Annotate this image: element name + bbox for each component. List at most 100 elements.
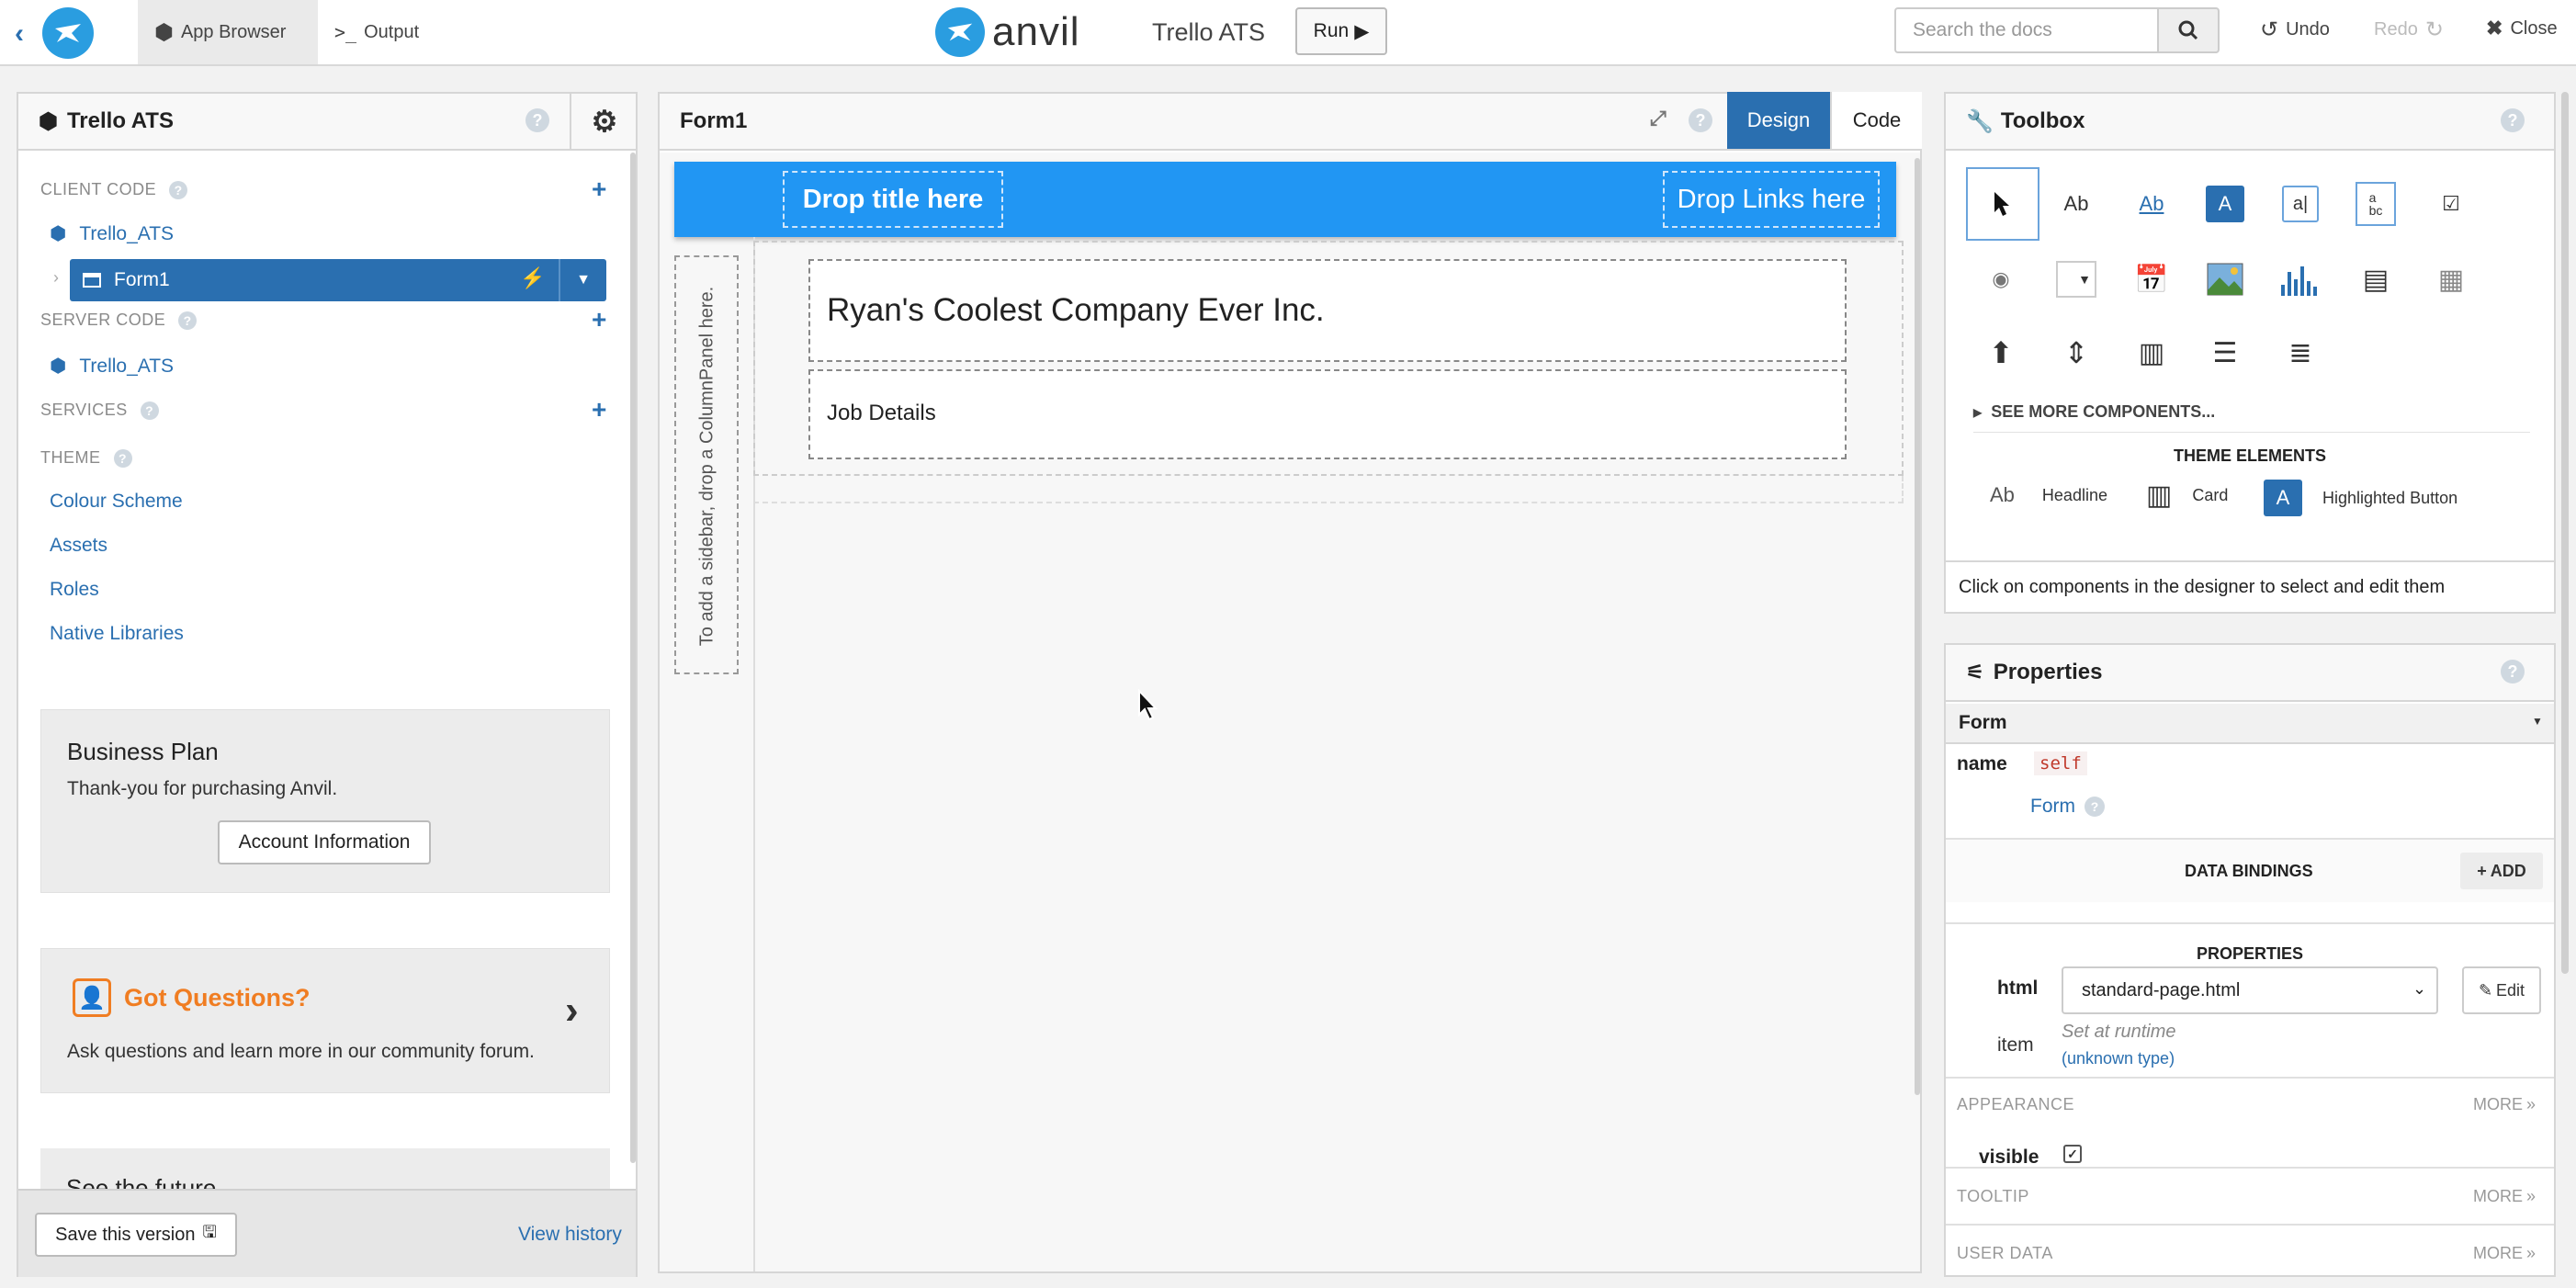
tooltip-more[interactable]: MORE » bbox=[2473, 1187, 2536, 1206]
textbox-tool[interactable]: a| bbox=[2275, 178, 2326, 230]
close-button[interactable]: ✖ Close bbox=[2486, 17, 2558, 40]
add-label: ADD bbox=[2490, 861, 2526, 880]
expand-icon[interactable]: ⤢ bbox=[1650, 107, 1666, 130]
got-questions-card[interactable]: 👤 Got Questions? Ask questions and learn… bbox=[40, 948, 610, 1093]
theme-native-libraries[interactable]: Native Libraries bbox=[50, 623, 184, 645]
help-icon[interactable]: ? bbox=[113, 448, 132, 468]
designer-scrollbar[interactable] bbox=[1915, 158, 1920, 1095]
help-icon[interactable]: ? bbox=[2085, 797, 2105, 817]
settings-button[interactable]: ⚙ bbox=[570, 94, 638, 149]
client-module-item[interactable]: ⬢ Trello_ATS bbox=[50, 222, 174, 245]
add-service-button[interactable]: + bbox=[592, 397, 606, 423]
html-label: html bbox=[1997, 977, 2039, 999]
caret-right-icon: ▶ bbox=[1973, 405, 1983, 419]
app-browser-label: App Browser bbox=[180, 21, 287, 42]
help-icon[interactable]: ? bbox=[169, 180, 188, 199]
theme-colour-scheme[interactable]: Colour Scheme bbox=[50, 491, 183, 513]
account-info-button[interactable]: Account Information bbox=[218, 820, 431, 864]
company-heading-box[interactable]: Ryan's Coolest Company Ever Inc. bbox=[808, 259, 1847, 362]
help-icon[interactable]: ? bbox=[178, 311, 198, 330]
appearance-section[interactable]: APPEARANCE MORE » bbox=[1946, 1077, 2554, 1132]
right-scrollbar[interactable] bbox=[2561, 92, 2569, 974]
textbox-icon: a| bbox=[2282, 186, 2319, 222]
save-version-button[interactable]: Save this version 🖫 bbox=[35, 1213, 237, 1257]
button-tool[interactable]: A bbox=[2199, 178, 2251, 230]
user-data-more[interactable]: MORE » bbox=[2473, 1244, 2536, 1263]
tooltip-section[interactable]: TOOLTIP MORE » bbox=[1946, 1167, 2554, 1222]
theme-roles[interactable]: Roles bbox=[50, 579, 99, 601]
data-bindings-label: DATA BINDINGS bbox=[2185, 862, 2313, 880]
form1-expand-icon[interactable]: › bbox=[53, 268, 59, 288]
sliders-icon: ⚟ bbox=[1966, 661, 1984, 684]
form-menu-dropdown[interactable]: ▼ bbox=[559, 259, 606, 301]
pointer-tool[interactable] bbox=[1966, 167, 2039, 241]
upload-tool[interactable]: ⬆ bbox=[1975, 327, 2027, 378]
questions-title: Got Questions? bbox=[124, 984, 311, 1011]
help-icon[interactable]: ? bbox=[2501, 108, 2525, 132]
redo-button[interactable]: Redo ↻ bbox=[2374, 17, 2444, 43]
theme-assets[interactable]: Assets bbox=[50, 535, 107, 557]
highlighted-button-label: Highlighted Button bbox=[2322, 488, 2458, 507]
run-button[interactable]: Run ▶ bbox=[1295, 7, 1387, 55]
back-icon[interactable]: ‹ bbox=[15, 18, 24, 50]
content-footer-drop[interactable] bbox=[753, 476, 1904, 503]
gear-icon: ⚙ bbox=[591, 105, 618, 138]
help-icon[interactable]: ? bbox=[2501, 660, 2525, 684]
job-details-box[interactable]: Job Details bbox=[808, 369, 1847, 459]
help-icon[interactable]: ? bbox=[1689, 108, 1712, 132]
textarea-tool[interactable]: a bc bbox=[2350, 178, 2401, 230]
theme-headline[interactable]: Ab Headline bbox=[1990, 483, 2107, 507]
drop-links-slot[interactable]: Drop Links here bbox=[1663, 171, 1880, 228]
theme-card[interactable]: ▥ Card bbox=[2146, 480, 2228, 512]
add-server-module-button[interactable]: + bbox=[592, 307, 606, 333]
columnpanel-tool[interactable]: ▥ bbox=[2126, 327, 2177, 378]
flowpanel-tool[interactable]: ☰ bbox=[2199, 327, 2251, 378]
html-select[interactable]: standard-page.html ⌄ bbox=[2062, 966, 2438, 1014]
edit-html-button[interactable]: ✎ Edit bbox=[2462, 966, 2541, 1014]
see-more-components[interactable]: ▶ SEE MORE COMPONENTS... bbox=[1973, 402, 2215, 422]
search-button[interactable] bbox=[2157, 7, 2220, 53]
run-label: Run bbox=[1313, 20, 1350, 41]
component-selector[interactable]: Form ▼ bbox=[1946, 704, 2554, 744]
item-type-link[interactable]: (unknown type) bbox=[2062, 1049, 2175, 1068]
image-tool[interactable] bbox=[2199, 254, 2251, 305]
design-tab[interactable]: Design bbox=[1727, 92, 1830, 149]
form-type-link[interactable]: Form ? bbox=[2030, 796, 2105, 818]
link-tool[interactable]: Ab bbox=[2126, 178, 2177, 230]
user-data-section[interactable]: USER DATA MORE » bbox=[1946, 1224, 2554, 1275]
help-icon[interactable]: ? bbox=[525, 108, 549, 132]
spacer-tool[interactable]: ⇕ bbox=[2051, 327, 2102, 378]
view-history-link[interactable]: View history bbox=[518, 1224, 622, 1246]
radio-tool[interactable]: ◉ bbox=[1975, 254, 2027, 305]
form-icon bbox=[83, 273, 101, 288]
plot-tool[interactable] bbox=[2275, 254, 2326, 305]
linearpanel-tool[interactable]: ≣ bbox=[2275, 327, 2326, 378]
visible-checkbox[interactable]: ✓ bbox=[2063, 1145, 2082, 1163]
left-scrollbar[interactable] bbox=[630, 153, 636, 1163]
server-module-item[interactable]: ⬢ Trello_ATS bbox=[50, 355, 174, 378]
docs-search-input[interactable]: Search the docs bbox=[1894, 7, 2157, 53]
dropdown-tool[interactable]: ▼ bbox=[2051, 254, 2102, 305]
appearance-more[interactable]: MORE » bbox=[2473, 1095, 2536, 1114]
datepicker-tool[interactable]: 📅 bbox=[2126, 254, 2177, 305]
drop-title-slot[interactable]: Drop title here bbox=[783, 171, 1003, 228]
anvil-logo-icon[interactable] bbox=[42, 7, 94, 59]
plan-title: Business Plan bbox=[67, 738, 219, 765]
form1-label: Form1 bbox=[114, 269, 170, 290]
name-value[interactable]: self bbox=[2034, 751, 2087, 775]
app-browser-tab[interactable]: ⬢ App Browser bbox=[138, 0, 318, 64]
toolbox-header: 🔧 Toolbox ? bbox=[1946, 94, 2554, 151]
add-client-module-button[interactable]: + bbox=[592, 176, 606, 202]
label-tool[interactable]: Ab bbox=[2051, 178, 2102, 230]
code-tab[interactable]: Code bbox=[1830, 92, 1922, 149]
lightning-icon[interactable]: ⚡ bbox=[520, 266, 545, 290]
undo-button[interactable]: ↺ Undo bbox=[2260, 17, 2330, 43]
datagrid-tool[interactable]: ▤ bbox=[2350, 254, 2401, 305]
help-icon[interactable]: ? bbox=[140, 401, 159, 420]
form1-item[interactable]: Form1 ⚡ ▼ bbox=[70, 259, 606, 301]
output-tab[interactable]: >_ Output bbox=[334, 0, 419, 64]
checkbox-tool[interactable]: ☑ bbox=[2425, 178, 2477, 230]
repeatingpanel-tool[interactable]: ▦ bbox=[2425, 254, 2477, 305]
add-binding-button[interactable]: + ADD bbox=[2460, 853, 2543, 889]
theme-highlighted-button[interactable]: A Highlighted Button bbox=[2264, 480, 2457, 516]
